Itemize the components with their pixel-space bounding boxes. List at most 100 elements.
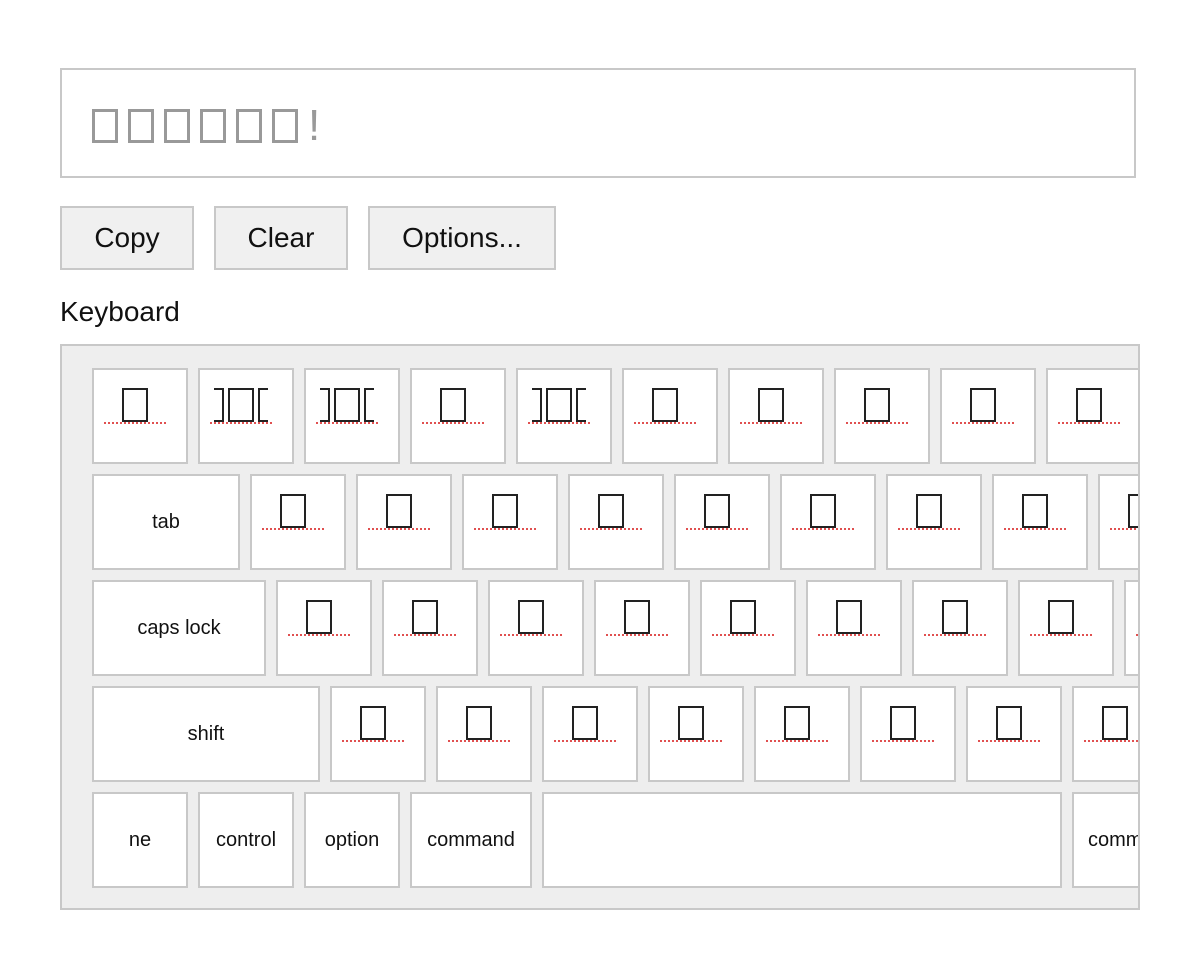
key-glyph — [818, 598, 880, 636]
missing-glyph-icon — [214, 388, 224, 422]
key-label: control — [215, 828, 277, 851]
keyboard-key[interactable] — [356, 474, 452, 570]
copy-button[interactable]: Copy — [60, 206, 194, 270]
key-glyph — [1110, 492, 1138, 530]
keyboard-key[interactable] — [860, 686, 956, 782]
keyboard-key[interactable] — [674, 474, 770, 570]
keyboard-heading: Keyboard — [60, 296, 180, 327]
keyboard-key[interactable] — [594, 580, 690, 676]
keyboard-key[interactable] — [728, 368, 824, 464]
missing-glyph-icon — [164, 109, 190, 143]
keyboard-key[interactable] — [780, 474, 876, 570]
key-label: caps lock — [137, 616, 221, 639]
keyboard-key[interactable] — [198, 368, 294, 464]
key-glyph — [872, 704, 934, 742]
keyboard-key[interactable] — [622, 368, 718, 464]
keyboard-key[interactable] — [92, 368, 188, 464]
missing-glyph-icon — [466, 706, 492, 740]
key-glyph — [368, 492, 430, 530]
missing-glyph-icon — [236, 109, 262, 143]
key-glyph — [342, 704, 404, 742]
key-glyph — [686, 492, 748, 530]
missing-glyph-icon — [890, 706, 916, 740]
keyboard-key[interactable] — [1072, 686, 1138, 782]
key-glyph — [316, 386, 378, 424]
missing-glyph-icon — [546, 388, 572, 422]
keyboard-key[interactable] — [250, 474, 346, 570]
key-glyph — [978, 704, 1040, 742]
keyboard-key[interactable] — [568, 474, 664, 570]
key-glyph — [606, 598, 668, 636]
key-glyph — [210, 386, 272, 424]
missing-glyph-icon — [1102, 706, 1128, 740]
missing-glyph-icon — [492, 494, 518, 528]
key-glyph — [262, 492, 324, 530]
missing-glyph-icon — [598, 494, 624, 528]
keyboard-key[interactable] — [436, 686, 532, 782]
key-glyph — [846, 386, 908, 424]
keyboard-key[interactable] — [488, 580, 584, 676]
key-label: command — [427, 828, 515, 851]
caps-lock-key[interactable]: caps lock — [92, 580, 266, 676]
keyboard-key[interactable] — [330, 686, 426, 782]
missing-glyph-icon — [572, 706, 598, 740]
key-label: shift — [187, 722, 225, 745]
missing-glyph-icon — [810, 494, 836, 528]
tab-key[interactable]: tab — [92, 474, 240, 570]
missing-glyph-icon — [122, 388, 148, 422]
control-key[interactable]: control — [198, 792, 294, 888]
key-glyph — [1084, 704, 1138, 742]
keyboard-key[interactable] — [966, 686, 1062, 782]
keyboard-key[interactable] — [886, 474, 982, 570]
keyboard-key[interactable] — [992, 474, 1088, 570]
space-bar[interactable] — [542, 792, 1062, 888]
keyboard-key[interactable] — [1124, 580, 1138, 676]
keyboard-key[interactable] — [304, 368, 400, 464]
options-button[interactable]: Options... — [368, 206, 556, 270]
ne-key[interactable]: ne — [92, 792, 188, 888]
keyboard-key[interactable] — [276, 580, 372, 676]
key-label: ne — [128, 828, 152, 851]
keyboard-key[interactable] — [1098, 474, 1138, 570]
keyboard-key[interactable] — [542, 686, 638, 782]
keyboard-key[interactable] — [806, 580, 902, 676]
keyboard-key[interactable] — [912, 580, 1008, 676]
output-field[interactable]: ! — [60, 68, 1136, 178]
missing-glyph-icon — [92, 109, 118, 143]
command-key-left[interactable]: command — [410, 792, 532, 888]
missing-glyph-icon — [784, 706, 810, 740]
missing-glyph-icon — [280, 494, 306, 528]
keyboard-key[interactable] — [700, 580, 796, 676]
missing-glyph-icon — [758, 388, 784, 422]
missing-glyph-icon — [1076, 388, 1102, 422]
clear-button[interactable]: Clear — [214, 206, 348, 270]
missing-glyph-icon — [440, 388, 466, 422]
missing-glyph-icon — [652, 388, 678, 422]
key-glyph — [952, 386, 1014, 424]
keyboard-key[interactable] — [648, 686, 744, 782]
missing-glyph-icon — [320, 388, 330, 422]
missing-glyph-icon — [128, 109, 154, 143]
key-glyph — [1058, 386, 1120, 424]
keyboard-key[interactable] — [1018, 580, 1114, 676]
missing-glyph-icon — [364, 388, 374, 422]
key-glyph — [580, 492, 642, 530]
key-glyph — [766, 704, 828, 742]
shift-key[interactable]: shift — [92, 686, 320, 782]
keyboard-key[interactable] — [1046, 368, 1138, 464]
keyboard-key[interactable] — [754, 686, 850, 782]
key-glyph — [394, 598, 456, 636]
keyboard-key[interactable] — [940, 368, 1036, 464]
keyboard-key[interactable] — [834, 368, 930, 464]
keyboard-key[interactable] — [462, 474, 558, 570]
command-key-right[interactable]: comm — [1072, 792, 1138, 888]
key-glyph — [740, 386, 802, 424]
missing-glyph-icon — [704, 494, 730, 528]
option-key[interactable]: option — [304, 792, 400, 888]
key-glyph — [104, 386, 166, 424]
key-glyph — [500, 598, 562, 636]
keyboard-key[interactable] — [516, 368, 612, 464]
keyboard-key[interactable] — [382, 580, 478, 676]
key-glyph — [634, 386, 696, 424]
keyboard-key[interactable] — [410, 368, 506, 464]
